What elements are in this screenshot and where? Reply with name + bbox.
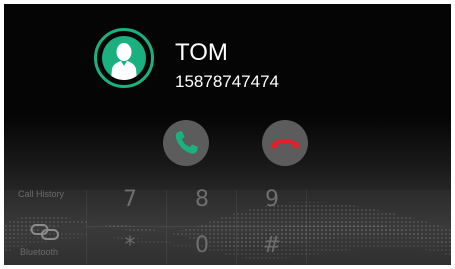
dialpad-key-star[interactable]: * xyxy=(100,234,160,258)
answer-call-button[interactable] xyxy=(163,120,209,166)
dialpad-key-0[interactable]: 0 xyxy=(172,234,232,258)
dialpad-key-8[interactable]: 8 xyxy=(172,188,232,212)
dialpad-divider xyxy=(236,190,237,265)
call-history-tab[interactable]: Call History xyxy=(18,189,64,199)
phone-hangup-icon xyxy=(271,139,299,149)
caller-number: 15878747474 xyxy=(175,72,280,91)
bluetooth-tab[interactable]: Bluetooth xyxy=(20,247,58,257)
dialpad-divider xyxy=(166,190,167,265)
dialpad-divider xyxy=(306,190,307,265)
caller-name: TOM xyxy=(175,39,228,66)
link-icon[interactable] xyxy=(30,223,60,241)
dialpad-key-hash[interactable]: # xyxy=(242,234,302,258)
dialpad-divider xyxy=(86,190,87,265)
dialpad-key-9[interactable]: 9 xyxy=(242,188,302,212)
hangup-call-button[interactable] xyxy=(262,120,308,166)
dialpad-row-divider xyxy=(86,226,386,227)
dialpad-key-7[interactable]: 7 xyxy=(100,188,160,212)
phone-answer-icon xyxy=(175,131,198,154)
background-band xyxy=(4,116,451,190)
person-avatar-icon xyxy=(102,36,146,80)
caller-avatar xyxy=(94,28,154,88)
call-screen: 7 8 9 * 0 # Call History Bluetooth TOM 1… xyxy=(4,4,451,265)
